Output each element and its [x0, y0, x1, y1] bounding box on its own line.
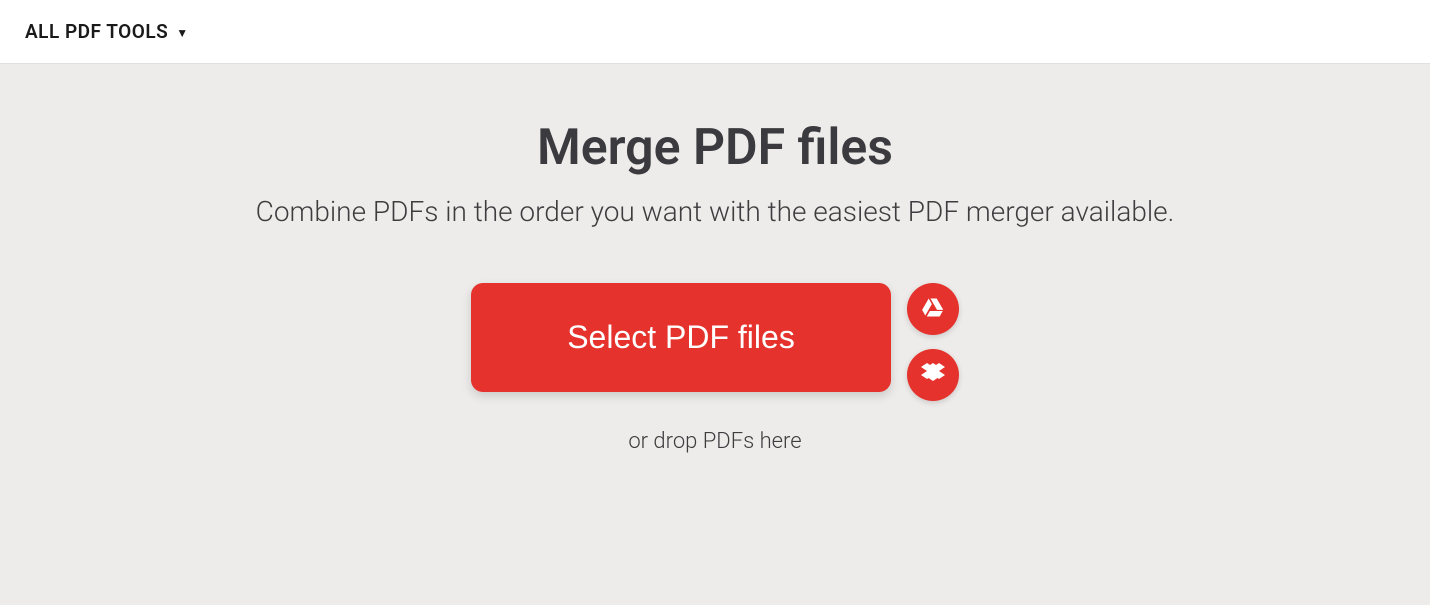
page-title: Merge PDF files	[537, 119, 893, 177]
cloud-buttons	[907, 283, 959, 401]
dropbox-button[interactable]	[907, 349, 959, 401]
all-tools-dropdown[interactable]: ALL PDF TOOLS ▼	[25, 20, 189, 43]
drop-hint: or drop PDFs here	[628, 429, 801, 454]
main-content: Merge PDF files Combine PDFs in the orde…	[0, 64, 1430, 605]
google-drive-button[interactable]	[907, 283, 959, 335]
page-subtitle: Combine PDFs in the order you want with …	[256, 195, 1175, 228]
google-drive-icon	[921, 295, 945, 323]
dropdown-label: ALL PDF TOOLS	[25, 20, 168, 43]
header: ALL PDF TOOLS ▼	[0, 0, 1430, 64]
upload-row: Select PDF files	[471, 283, 959, 401]
select-files-button[interactable]: Select PDF files	[471, 283, 891, 392]
dropbox-icon	[921, 361, 945, 389]
chevron-down-icon: ▼	[176, 26, 188, 40]
